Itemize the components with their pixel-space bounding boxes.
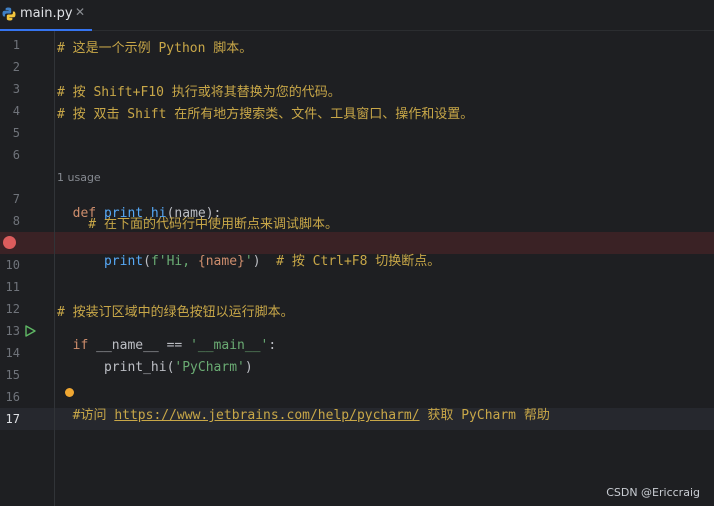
line-number: 10 [5, 258, 20, 272]
line-number: 8 [12, 214, 20, 228]
lightbulb-icon[interactable] [65, 388, 74, 397]
inline-comment: # 按 Ctrl+F8 切换断点。 [260, 254, 441, 269]
line-number: 4 [12, 104, 20, 118]
line-number: 13 [5, 324, 20, 338]
comment-visit: 访问 [80, 408, 115, 423]
comment-rest: 获取 PyCharm 帮助 [419, 408, 550, 423]
tab-main-py[interactable]: main.py ✕ [0, 0, 92, 31]
line-number-current: 17 [5, 412, 20, 426]
code-line-8[interactable]: # 在下面的代码行中使用断点来调试脚本。 [57, 213, 338, 232]
tab-filename: main.py [20, 6, 73, 21]
paren-open: ( [143, 254, 151, 269]
line-number: 11 [5, 280, 20, 294]
code-line-12[interactable]: # 按装订区域中的绿色按钮以运行脚本。 [57, 301, 294, 320]
code-line-9[interactable]: print(f'Hi, {name}') # 按 Ctrl+F8 切换断点。 [57, 235, 440, 269]
line-number: 1 [12, 38, 20, 52]
paren-close: ) [244, 360, 253, 375]
code-line-16[interactable]: #访问 https://www.jetbrains.com/help/pycha… [57, 389, 550, 423]
run-gutter-icon[interactable] [24, 325, 36, 337]
code-line-14[interactable]: print_hi('PyCharm') [57, 345, 253, 375]
line-number: 12 [5, 302, 20, 316]
line-number: 5 [12, 126, 20, 140]
pycharm-string: 'PyCharm' [174, 360, 245, 375]
code-line-4[interactable]: # 按 双击 Shift 在所有地方搜索类、文件、工具窗口、操作和设置。 [57, 103, 473, 122]
line-number: 6 [12, 148, 20, 162]
line-number: 3 [12, 82, 20, 96]
python-file-icon [2, 7, 16, 21]
breakpoint-icon[interactable] [3, 236, 16, 249]
line-number: 15 [5, 368, 20, 382]
close-tab-icon[interactable]: ✕ [75, 5, 85, 19]
colon: : [268, 338, 277, 353]
editor-tab-bar: main.py ✕ [0, 0, 714, 31]
line-number: 2 [12, 60, 20, 74]
fstring-end: ' [244, 254, 253, 269]
watermark: CSDN @Ericcraig [606, 486, 700, 499]
help-link[interactable]: https://www.jetbrains.com/help/pycharm/ [114, 408, 419, 423]
print-call: print [72, 254, 144, 269]
code-line-3[interactable]: # 按 Shift+F10 执行或将其替换为您的代码。 [57, 81, 341, 100]
fstring-expr: {name} [197, 254, 245, 269]
line-number: 7 [12, 192, 20, 206]
paren-close: ) [252, 254, 261, 269]
call-print-hi: print_hi( [72, 360, 175, 375]
line-number: 14 [5, 346, 20, 360]
line-number: 16 [5, 390, 20, 404]
usage-hint[interactable]: 1 usage [57, 171, 101, 184]
code-line-1[interactable]: # 这是一个示例 Python 脚本。 [57, 37, 252, 56]
fstring-start: f'Hi, [150, 254, 198, 269]
